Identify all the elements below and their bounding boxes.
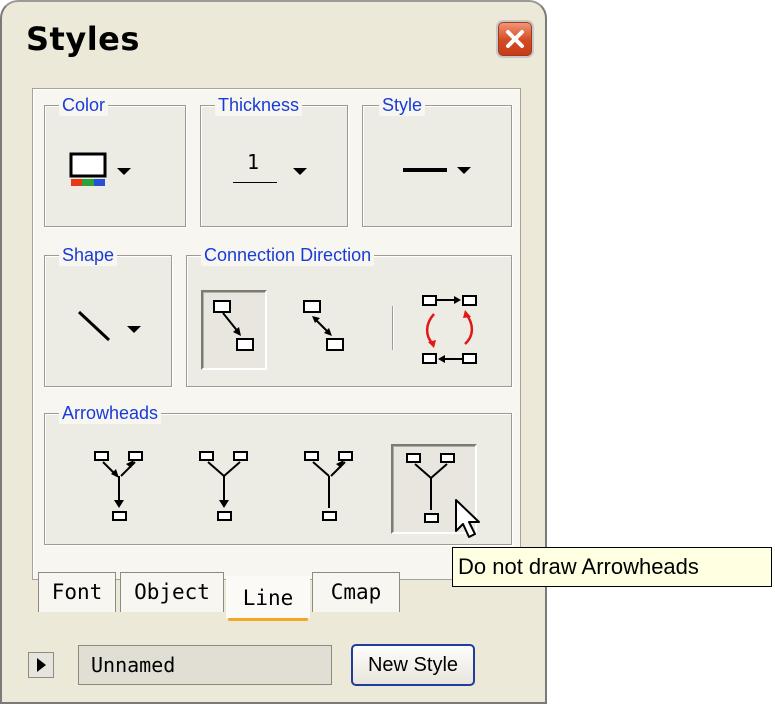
chevron-down-icon <box>127 326 141 333</box>
tab-cmap[interactable]: Cmap <box>312 572 400 612</box>
line-style-dropdown[interactable] <box>403 158 483 186</box>
arrowheads-both-button[interactable] <box>85 446 155 526</box>
shape-dropdown[interactable] <box>75 308 155 348</box>
expand-button[interactable] <box>28 652 54 678</box>
thickness-value: 1 <box>247 150 260 174</box>
window-title: Styles <box>26 20 140 58</box>
separator <box>392 306 393 350</box>
style-group-label: Style <box>379 94 426 116</box>
play-right-icon <box>37 658 46 672</box>
direction-forward-button[interactable] <box>201 290 267 370</box>
tab-object-label: Object <box>134 580 210 604</box>
line-color-icon <box>69 152 107 186</box>
thickness-line-icon <box>233 182 277 183</box>
forward-arrow-icon <box>213 300 254 351</box>
tab-font-label: Font <box>51 580 103 604</box>
color-group-label: Color <box>59 94 109 116</box>
arrowheads-head-icon <box>304 451 353 521</box>
connection-direction-group: Connection Direction <box>186 244 512 387</box>
arrowheads-both-icon <box>94 451 143 521</box>
shape-group: Shape <box>44 244 172 387</box>
shape-group-label: Shape <box>59 244 118 266</box>
tab-cmap-label: Cmap <box>330 580 382 604</box>
tab-line[interactable]: Line <box>226 576 310 621</box>
color-group: Color <box>44 94 186 227</box>
color-dropdown[interactable] <box>69 152 151 192</box>
chevron-down-icon <box>293 168 307 175</box>
straight-line-icon <box>77 310 111 342</box>
chevron-down-icon <box>117 168 131 175</box>
style-name-field[interactable]: Unnamed <box>78 645 332 685</box>
connection-direction-group-label: Connection Direction <box>201 244 375 266</box>
close-button[interactable] <box>496 20 534 58</box>
cycle-arrow-icon <box>422 295 477 364</box>
close-icon <box>506 30 524 48</box>
bidirectional-arrow-icon <box>303 300 344 351</box>
tab-line-label: Line <box>242 586 294 610</box>
tooltip: Do not draw Arrowheads <box>452 547 772 587</box>
thickness-group-label: Thickness <box>215 94 303 116</box>
styles-window: Styles Color Thickness 1 Style Shape Con… <box>0 0 547 704</box>
thickness-group: Thickness 1 <box>200 94 348 227</box>
arrowheads-group-label: Arrowheads <box>59 402 162 424</box>
style-group: Style <box>362 94 512 227</box>
direction-cycle-button[interactable] <box>415 290 485 370</box>
arrowheads-tail-button[interactable] <box>190 446 260 526</box>
tab-object[interactable]: Object <box>120 572 224 612</box>
arrowheads-group: Arrowheads <box>44 402 512 545</box>
solid-line-icon <box>403 168 447 172</box>
new-style-button[interactable]: New Style <box>351 644 475 686</box>
tab-font[interactable]: Font <box>38 572 116 612</box>
thickness-dropdown[interactable]: 1 <box>233 150 323 194</box>
direction-bidirectional-button[interactable] <box>291 292 353 368</box>
arrowheads-head-button[interactable] <box>295 446 365 526</box>
mouse-cursor-icon <box>455 499 480 538</box>
chevron-down-icon <box>457 167 471 174</box>
arrowheads-tail-icon <box>199 451 248 521</box>
